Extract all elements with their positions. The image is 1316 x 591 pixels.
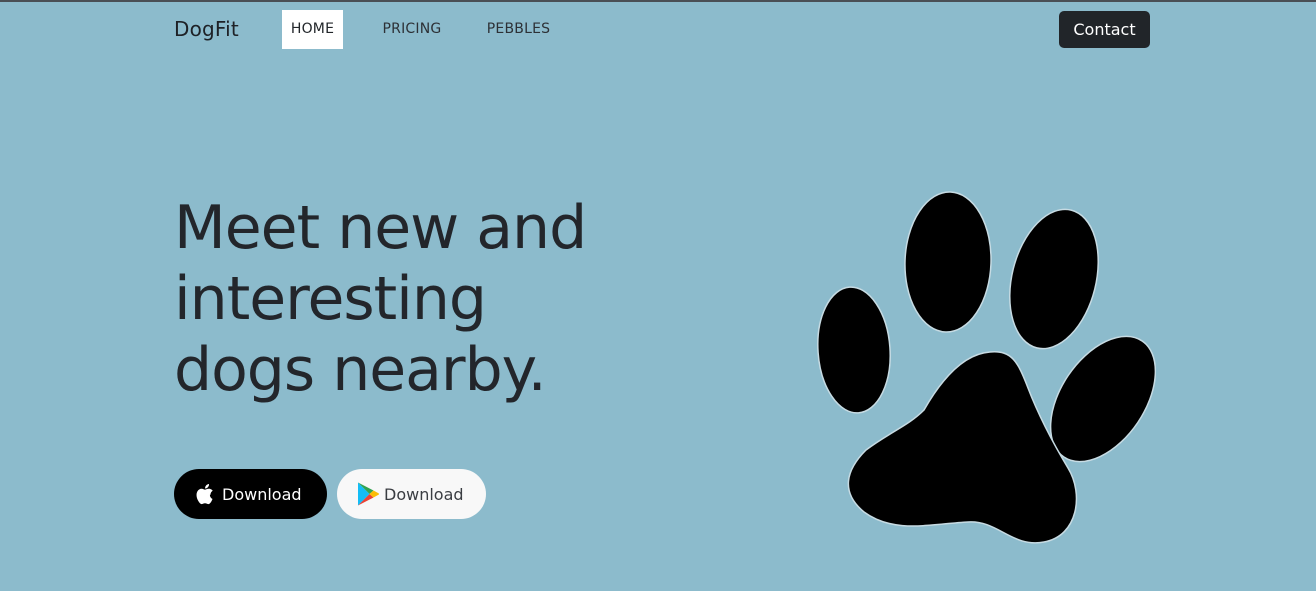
hero-title-line: interesting	[174, 264, 487, 334]
brand-logo[interactable]: DogFit	[174, 17, 239, 41]
hero-title-line: Meet new and	[174, 193, 587, 263]
app-store-download-label: Download	[222, 484, 302, 504]
app-store-download-button[interactable]: Download	[174, 469, 327, 519]
navbar: DogFit HOME PRICING PEBBLES Contact	[0, 2, 1316, 58]
hero-title: Meet new and interesting dogs nearby.	[174, 193, 694, 406]
google-play-icon	[356, 481, 380, 507]
nav-pebbles-link[interactable]: PEBBLES	[481, 10, 556, 49]
nav-home-link[interactable]: HOME	[282, 10, 343, 49]
contact-button[interactable]: Contact	[1059, 11, 1150, 48]
google-play-download-button[interactable]: Download	[337, 469, 486, 519]
hero-title-line: dogs nearby.	[174, 335, 547, 405]
nav-pricing-link[interactable]: PRICING	[374, 10, 450, 49]
apple-icon	[194, 481, 218, 507]
google-play-download-label: Download	[384, 484, 464, 504]
paw-print-icon	[812, 186, 1157, 552]
